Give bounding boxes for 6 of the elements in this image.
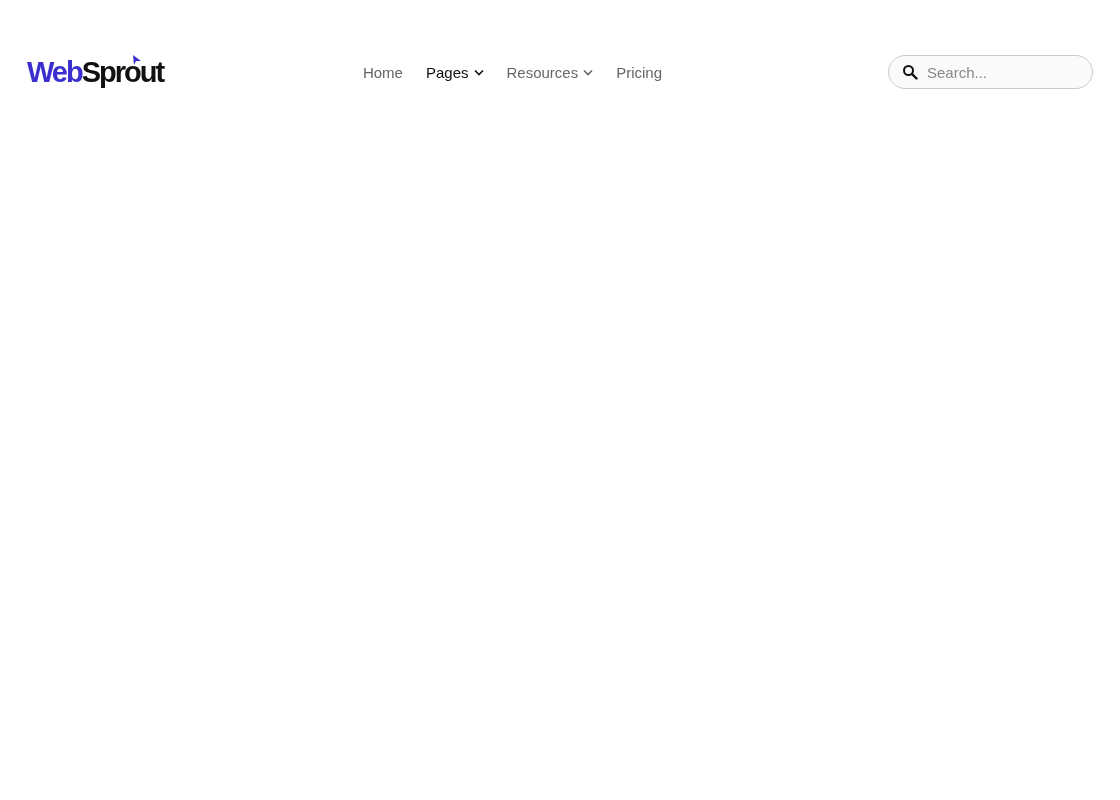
nav-link[interactable]: Home bbox=[362, 63, 403, 81]
nav-link[interactable]: Pricing bbox=[616, 63, 663, 81]
nav-dropdown[interactable]: Resources bbox=[506, 63, 594, 81]
search-field[interactable]: Search... bbox=[888, 55, 1093, 89]
logo[interactable]: WebSprout bbox=[27, 56, 164, 88]
nav-dropdown[interactable]: Pages bbox=[425, 63, 484, 81]
